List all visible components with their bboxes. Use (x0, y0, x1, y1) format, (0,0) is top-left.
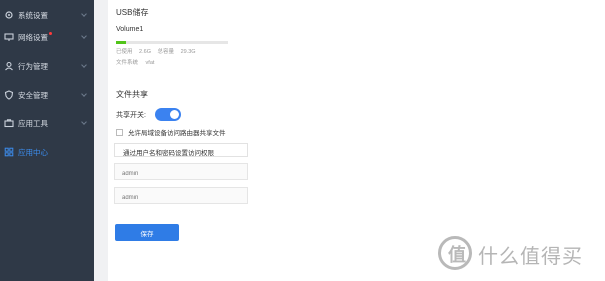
storage-usage-fill (116, 41, 127, 44)
sidebar-divider (94, 0, 108, 281)
storage-usage-bar (116, 41, 228, 44)
auth-option-label: 通过用户名和密码设置访问权限 (123, 150, 214, 157)
username-input[interactable] (114, 163, 248, 180)
network-icon (3, 31, 15, 43)
file-share-title: 文件共享 (116, 90, 148, 99)
chevron-down-icon (81, 33, 87, 39)
storage-usage-text: 已使用 2.6G 总容量 29.3G (116, 47, 201, 55)
toggle-knob (170, 110, 179, 119)
chevron-down-icon (81, 91, 87, 97)
filesystem-value: vfat (145, 60, 155, 66)
sidebar: 系统设置 网络设置 行为管理 安全管理 应用工具 应用中心 (0, 0, 94, 281)
used-value: 2.6G (139, 49, 151, 55)
filesystem-text: 文件系统 vfat (116, 58, 160, 66)
chevron-down-icon (81, 11, 87, 17)
user-behavior-icon (3, 60, 15, 72)
gear-icon (3, 9, 15, 21)
auth-option-box[interactable]: 通过用户名和密码设置访问权限 (114, 143, 248, 157)
share-toggle[interactable] (155, 108, 181, 121)
sidebar-item-security-management[interactable]: 安全管理 (0, 80, 94, 110)
watermark-logo: 值 (438, 236, 472, 270)
volume-name: Volume1 (116, 26, 144, 33)
sidebar-item-label: 应用工具 (18, 118, 48, 128)
used-label: 已使用 (116, 49, 133, 55)
allow-lan-access-label: 允许局域设备访问路由器共享文件 (128, 130, 226, 137)
allow-lan-access-checkbox[interactable] (116, 128, 123, 136)
sidebar-item-app-tools[interactable]: 应用工具 (0, 108, 94, 138)
usb-storage-title: USB储存 (116, 8, 149, 17)
watermark: 值 什么值得买 (438, 234, 598, 270)
sidebar-item-label: 应用中心 (18, 147, 48, 157)
allow-lan-access-option[interactable]: 允许局域设备访问路由器共享文件 (116, 127, 226, 137)
sidebar-item-behavior-management[interactable]: 行为管理 (0, 51, 94, 81)
total-value: 29.3G (180, 49, 196, 55)
sidebar-item-label: 安全管理 (18, 90, 48, 100)
watermark-text: 什么值得买 (478, 246, 583, 268)
toolbox-icon (3, 117, 15, 129)
filesystem-label: 文件系统 (116, 60, 139, 66)
share-switch-label: 共享开关: (116, 112, 146, 119)
chevron-down-icon (81, 62, 87, 68)
sidebar-item-label: 网络设置 (18, 32, 48, 42)
total-label: 总容量 (157, 49, 175, 55)
notification-dot (49, 32, 52, 35)
app-center-icon (3, 146, 15, 158)
sidebar-item-label: 行为管理 (18, 61, 48, 71)
sidebar-item-label: 系统设置 (18, 10, 48, 20)
chevron-down-icon (81, 119, 87, 125)
shield-icon (3, 89, 15, 101)
sidebar-item-app-center[interactable]: 应用中心 (0, 137, 94, 167)
save-button[interactable]: 保存 (115, 224, 179, 241)
password-input[interactable] (114, 187, 248, 204)
watermark-logo-letter: 值 (448, 245, 466, 266)
sidebar-item-network-settings[interactable]: 网络设置 (0, 22, 94, 52)
